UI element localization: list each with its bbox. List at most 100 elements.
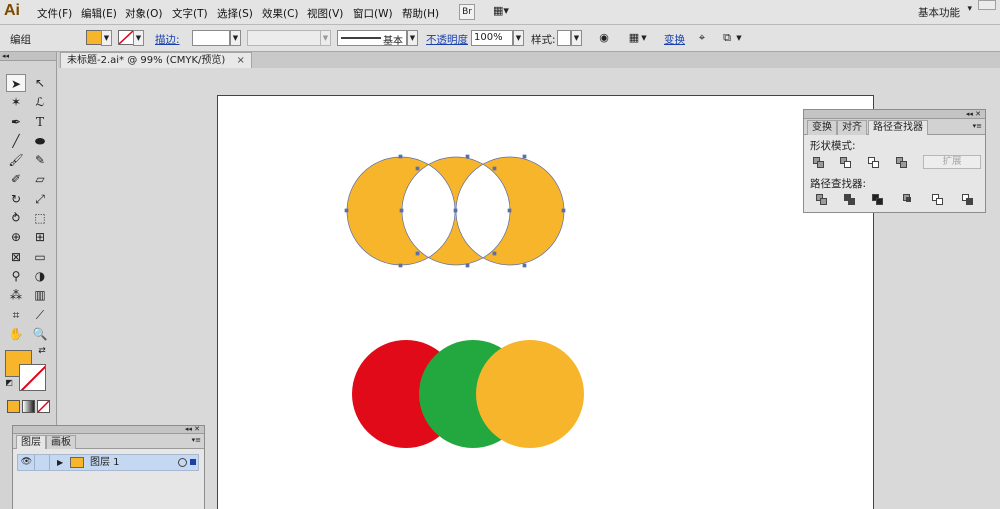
- shape-builder-tool-icon[interactable]: ⊕: [6, 228, 26, 246]
- mesh-tool-icon[interactable]: ⊠: [6, 248, 26, 266]
- make-envelope-icon[interactable]: ⧉: [720, 31, 734, 45]
- line-tool-icon[interactable]: ╱: [6, 132, 26, 150]
- variable-width-dropdown[interactable]: [247, 30, 321, 46]
- lock-toggle[interactable]: [36, 455, 50, 470]
- target-circle-icon[interactable]: [178, 458, 187, 467]
- crop-icon[interactable]: [903, 194, 915, 206]
- menu-select[interactable]: 选择(S): [217, 6, 253, 21]
- brush-style-arrow-icon[interactable]: ▼: [407, 30, 418, 46]
- menu-file[interactable]: 文件(F): [37, 6, 72, 21]
- intersect-icon[interactable]: [868, 157, 880, 169]
- direct-selection-tool-icon[interactable]: ↖: [30, 74, 50, 92]
- tools-panel-collapse-icon[interactable]: ◂◂: [0, 52, 56, 61]
- color-mode-icon[interactable]: [7, 400, 20, 413]
- opacity-field[interactable]: 100%: [471, 30, 513, 46]
- magic-wand-tool-icon[interactable]: ✶: [6, 93, 26, 111]
- trim-icon[interactable]: [844, 194, 856, 206]
- menu-effect[interactable]: 效果(C): [262, 6, 299, 21]
- visibility-eye-icon[interactable]: 👁: [19, 455, 35, 470]
- artboard-tool-icon[interactable]: ⌗: [6, 306, 26, 324]
- stroke-swatch[interactable]: [118, 30, 134, 45]
- menu-object[interactable]: 对象(O): [125, 6, 162, 21]
- panel-collapse-icon[interactable]: ◂◂ ✕: [804, 110, 985, 119]
- zoom-tool-icon[interactable]: 🔍: [30, 325, 50, 343]
- minus-front-icon[interactable]: [840, 157, 852, 169]
- menu-window[interactable]: 窗口(W): [353, 6, 393, 21]
- variable-width-arrow-icon[interactable]: ▼: [320, 30, 331, 46]
- paintbrush-tool-icon[interactable]: 🖌: [6, 151, 26, 169]
- artboard[interactable]: [217, 95, 874, 509]
- layer-name[interactable]: 图层 1: [90, 455, 120, 470]
- fill-dropdown-arrow-icon[interactable]: ▼: [101, 30, 112, 46]
- graphic-style-arrow-icon[interactable]: ▼: [571, 30, 582, 46]
- window-minimize-button[interactable]: [978, 0, 996, 10]
- tab-transform[interactable]: 变换: [807, 120, 837, 135]
- stroke-color-box[interactable]: [19, 364, 46, 391]
- lasso-tool-icon[interactable]: ℒ: [30, 93, 50, 111]
- orange-circle[interactable]: [476, 340, 584, 448]
- exclude-icon[interactable]: [896, 157, 908, 169]
- column-graph-tool-icon[interactable]: ▥: [30, 286, 50, 304]
- exclusion-group[interactable]: [344, 154, 566, 268]
- workspace-arrow-icon[interactable]: ▾: [967, 4, 972, 14]
- close-tab-icon[interactable]: ×: [236, 55, 244, 66]
- default-fill-stroke-icon[interactable]: ◩: [3, 377, 15, 389]
- free-transform-tool-icon[interactable]: ⬚: [30, 209, 50, 227]
- gradient-tool-icon[interactable]: ▭: [30, 248, 50, 266]
- swap-fill-stroke-icon[interactable]: ⇄: [36, 345, 48, 357]
- outline-icon[interactable]: [932, 194, 944, 206]
- tab-pathfinder[interactable]: 路径查找器: [868, 120, 928, 135]
- arrange-documents-button[interactable]: ▦▾: [489, 4, 513, 20]
- panel-menu-icon[interactable]: ▾≡: [973, 122, 982, 130]
- stroke-link[interactable]: 描边:: [155, 32, 180, 47]
- menu-help[interactable]: 帮助(H): [402, 6, 439, 21]
- eyedropper-tool-icon[interactable]: ⚲: [6, 267, 26, 285]
- minus-back-icon[interactable]: [962, 194, 974, 206]
- eraser-tool-icon[interactable]: ▱: [30, 170, 50, 188]
- layers-menu-icon[interactable]: ▾≡: [192, 436, 201, 444]
- symbol-sprayer-tool-icon[interactable]: ⁂: [6, 286, 26, 304]
- menu-edit[interactable]: 编辑(E): [81, 6, 117, 21]
- perspective-grid-tool-icon[interactable]: ⊞: [30, 228, 50, 246]
- warp-tool-icon[interactable]: ⥁: [6, 209, 26, 227]
- expand-button[interactable]: 扩展: [923, 155, 981, 169]
- brush-style-dropdown[interactable]: 基本: [337, 30, 407, 47]
- slice-tool-icon[interactable]: ⟋: [30, 306, 50, 324]
- selection-tool-icon[interactable]: ➤: [6, 74, 26, 92]
- blend-tool-icon[interactable]: ◑: [30, 267, 50, 285]
- fill-swatch[interactable]: [86, 30, 102, 45]
- tab-artboards[interactable]: 画板: [46, 435, 76, 449]
- stroke-weight-arrow-icon[interactable]: ▼: [230, 30, 241, 46]
- stroke-dropdown-arrow-icon[interactable]: ▼: [133, 30, 144, 46]
- unite-icon[interactable]: [813, 157, 825, 169]
- opacity-arrow-icon[interactable]: ▼: [513, 30, 524, 46]
- pencil-tool-icon[interactable]: ✎: [30, 151, 50, 169]
- workspace-switcher[interactable]: 基本功能: [918, 5, 960, 20]
- type-tool-icon[interactable]: T: [30, 113, 50, 131]
- align-options-arrow-icon[interactable]: ▼: [640, 31, 648, 45]
- bridge-button[interactable]: Br: [459, 4, 475, 20]
- ellipse-tool-icon[interactable]: ⬬: [30, 132, 50, 150]
- divide-icon[interactable]: [816, 194, 828, 206]
- align-options-icon[interactable]: ▦: [627, 31, 641, 45]
- opacity-link[interactable]: 不透明度: [426, 32, 468, 47]
- graphic-style-swatch[interactable]: [557, 30, 571, 46]
- artwork-canvas[interactable]: [218, 96, 873, 509]
- stroke-weight-field[interactable]: [192, 30, 230, 46]
- tab-layers[interactable]: 图层: [16, 435, 46, 449]
- selection-indicator-icon[interactable]: [190, 459, 196, 465]
- layer-row[interactable]: 👁 ▶ 图层 1: [17, 454, 199, 471]
- tab-align[interactable]: 对齐: [837, 120, 867, 135]
- pen-tool-icon[interactable]: ✒: [6, 113, 26, 131]
- scale-tool-icon[interactable]: ⤢: [30, 190, 50, 208]
- document-tab[interactable]: 未标题-2.ai* @ 99% (CMYK/预览) ×: [60, 52, 252, 68]
- envelope-arrow-icon[interactable]: ▼: [735, 31, 743, 45]
- menu-view[interactable]: 视图(V): [307, 6, 343, 21]
- menu-type[interactable]: 文字(T): [172, 6, 208, 21]
- merge-icon[interactable]: [872, 194, 884, 206]
- gradient-mode-icon[interactable]: [22, 400, 35, 413]
- isolate-group-icon[interactable]: ⌖: [695, 31, 709, 45]
- hand-tool-icon[interactable]: ✋: [6, 325, 26, 343]
- rotate-tool-icon[interactable]: ↻: [6, 190, 26, 208]
- blob-brush-tool-icon[interactable]: ✐: [6, 170, 26, 188]
